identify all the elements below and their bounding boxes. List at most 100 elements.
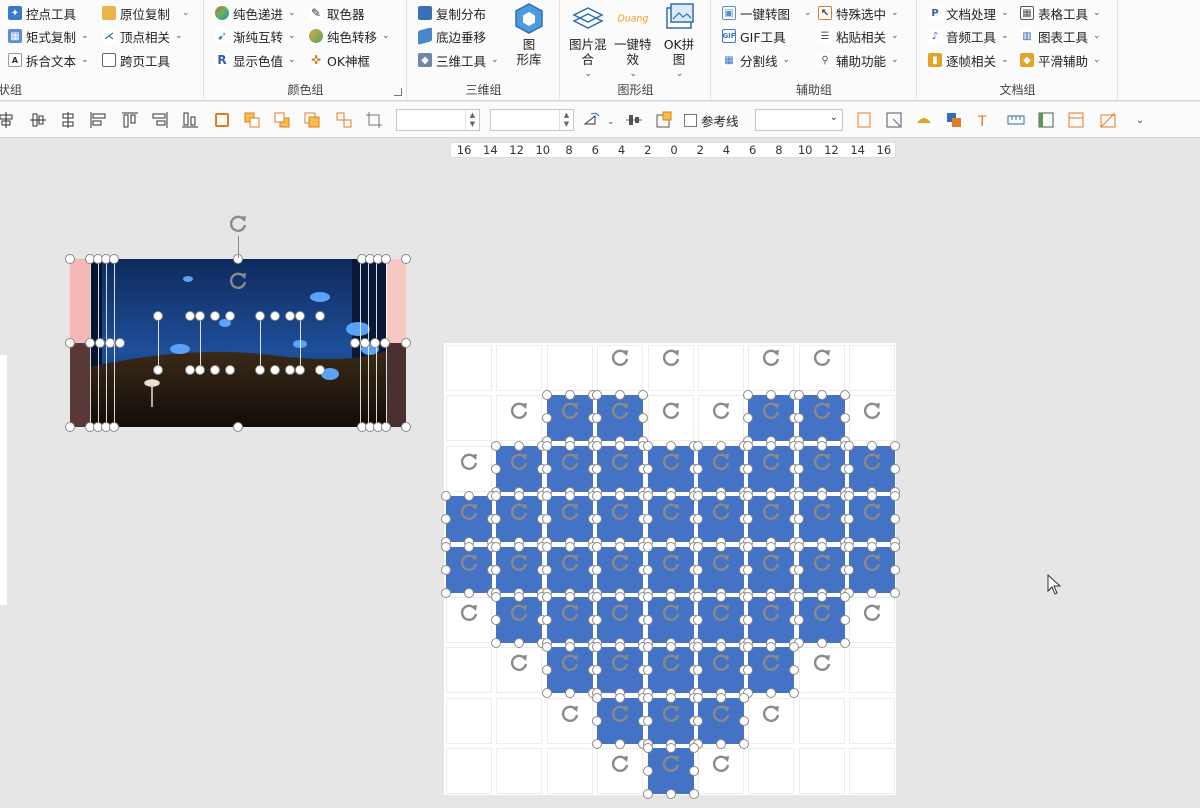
rotate-handle-icon[interactable]: [508, 399, 530, 421]
rotate-handle-icon[interactable]: [811, 601, 833, 623]
resize-handle[interactable]: [592, 440, 603, 451]
height-spinner[interactable]: ▲ ▼: [490, 109, 574, 131]
rotate-handle-icon[interactable]: [660, 346, 682, 368]
rotate-handle-icon[interactable]: [811, 346, 833, 368]
resize-handle[interactable]: [688, 789, 699, 800]
resize-handle[interactable]: [105, 338, 115, 348]
rotate-handle-icon[interactable]: [710, 601, 732, 623]
resize-handle[interactable]: [743, 541, 754, 552]
heart-cell-empty[interactable]: [849, 748, 896, 795]
heart-cell-empty[interactable]: [798, 697, 845, 744]
resize-handle[interactable]: [380, 338, 390, 348]
resize-handle[interactable]: [642, 642, 653, 653]
heart-cell-empty[interactable]: [496, 748, 543, 795]
rotate-handle-icon[interactable]: [710, 702, 732, 724]
resize-handle[interactable]: [642, 440, 653, 451]
rotate-handle-icon[interactable]: [458, 601, 480, 623]
resize-handle[interactable]: [688, 743, 699, 754]
convert-image-button[interactable]: ▣ 一键转图 ⌄: [722, 2, 812, 24]
resize-handle[interactable]: [793, 440, 804, 451]
resize-handle[interactable]: [285, 365, 295, 375]
resize-handle[interactable]: [890, 440, 901, 451]
heart-cell-empty[interactable]: [496, 345, 543, 391]
resize-handle[interactable]: [370, 338, 380, 348]
resize-handle[interactable]: [642, 743, 653, 754]
resize-handle[interactable]: [642, 564, 653, 575]
resize-handle[interactable]: [233, 422, 243, 432]
resize-handle[interactable]: [693, 564, 703, 575]
rotate-handle-icon[interactable]: [811, 500, 833, 522]
resize-handle[interactable]: [381, 254, 391, 264]
heart-cell-empty[interactable]: [446, 748, 492, 795]
resize-handle[interactable]: [693, 615, 703, 625]
resize-handle[interactable]: [464, 587, 474, 598]
heart-cell-empty[interactable]: [446, 697, 492, 744]
resize-handle[interactable]: [890, 541, 901, 552]
rotate-handle-icon[interactable]: [508, 450, 530, 472]
resize-handle[interactable]: [85, 338, 95, 348]
resize-handle[interactable]: [642, 766, 653, 777]
rotate-handle-icon[interactable]: [227, 212, 249, 234]
resize-handle[interactable]: [541, 541, 552, 552]
resize-handle[interactable]: [642, 715, 653, 726]
rotate-handle-icon[interactable]: [660, 601, 682, 623]
rotate-handle-icon[interactable]: [760, 702, 782, 724]
resize-handle[interactable]: [195, 365, 205, 375]
resize-handle[interactable]: [693, 692, 703, 703]
resize-handle[interactable]: [793, 615, 804, 625]
resize-handle[interactable]: [844, 564, 855, 575]
rotate-handle-icon[interactable]: [559, 399, 581, 421]
clear-format-icon[interactable]: [1098, 110, 1118, 130]
resize-handle[interactable]: [115, 338, 125, 348]
cross-page-button[interactable]: 跨页工具: [102, 49, 170, 71]
text-format-icon[interactable]: T: [974, 110, 994, 130]
resize-handle[interactable]: [65, 422, 75, 432]
ok-frame-button[interactable]: ✜ OK神框: [309, 49, 370, 71]
resize-handle[interactable]: [95, 338, 105, 348]
rotate-handle-icon[interactable]: [609, 346, 631, 368]
resize-handle[interactable]: [739, 692, 749, 703]
rotate-handle-icon[interactable]: [760, 450, 782, 472]
split-text-button[interactable]: A 拆合文本 ⌄: [8, 49, 89, 71]
heart-cell-empty[interactable]: [496, 697, 543, 744]
crop-icon[interactable]: [364, 110, 384, 130]
align-left-icon[interactable]: [88, 110, 108, 130]
resize-handle[interactable]: [592, 541, 603, 552]
resize-handle[interactable]: [693, 440, 703, 451]
resize-handle[interactable]: [867, 587, 878, 598]
show-color-value-button[interactable]: R 显示色值 ⌄: [215, 49, 296, 71]
resize-handle[interactable]: [401, 338, 411, 348]
resize-handle[interactable]: [844, 541, 855, 552]
3d-tools-button[interactable]: ◆ 三维工具 ⌄: [418, 49, 499, 71]
resize-handle[interactable]: [693, 541, 703, 552]
resize-handle[interactable]: [541, 592, 552, 602]
rotate-handle-icon[interactable]: [559, 500, 581, 522]
resize-handle[interactable]: [839, 592, 850, 602]
rotate-handle-icon[interactable]: [609, 450, 631, 472]
resize-handle[interactable]: [592, 692, 603, 703]
rotate-handle-icon[interactable]: [760, 651, 782, 673]
gradient-convert-button[interactable]: ➹ 渐纯互转 ⌄: [215, 25, 296, 47]
resize-handle[interactable]: [642, 789, 653, 800]
resize-handle[interactable]: [816, 638, 827, 648]
resize-handle[interactable]: [642, 592, 653, 602]
rotate-handle-icon[interactable]: [811, 399, 833, 421]
heart-cell-empty[interactable]: [849, 697, 896, 744]
resize-handle[interactable]: [541, 463, 552, 474]
control-point-tool-button[interactable]: ✦ 控点工具: [8, 2, 76, 24]
rotate-handle-icon[interactable]: [508, 551, 530, 573]
rotate-handle-icon[interactable]: [660, 399, 682, 421]
in-place-copy-button[interactable]: 原位复制 ⌄: [102, 2, 190, 24]
resize-handle[interactable]: [693, 592, 703, 602]
layout-icon[interactable]: [1066, 110, 1086, 130]
send-backward-icon[interactable]: [272, 110, 292, 130]
resize-handle[interactable]: [285, 311, 295, 321]
distribute-icon[interactable]: [58, 110, 78, 130]
layer-color-icon[interactable]: [944, 110, 964, 130]
rotate-handle-icon[interactable]: [861, 500, 883, 522]
resize-handle[interactable]: [315, 311, 325, 321]
rotate-handle-icon[interactable]: [710, 399, 732, 421]
heart-cell-empty[interactable]: [748, 748, 795, 795]
rotate-handle-icon[interactable]: [609, 601, 631, 623]
rotate-flip-icon[interactable]: ⌄: [582, 110, 616, 130]
